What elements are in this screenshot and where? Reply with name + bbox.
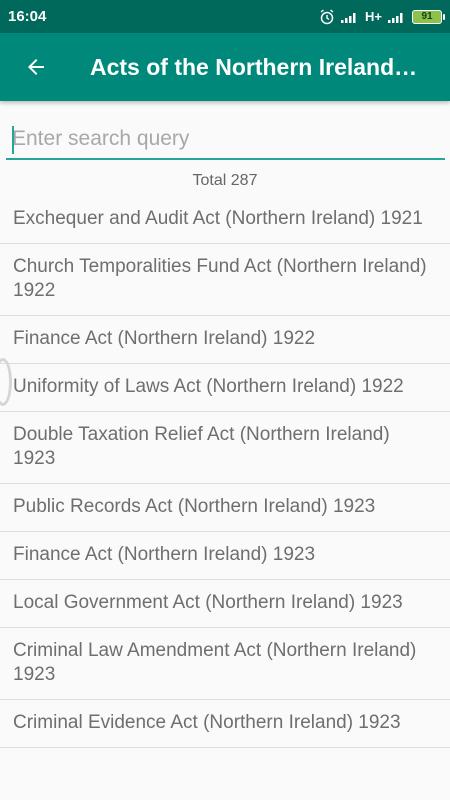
search-input[interactable] (6, 120, 445, 160)
acts-list: Exchequer and Audit Act (Northern Irelan… (0, 196, 450, 748)
list-item[interactable]: Finance Act (Northern Ireland) 1923 (0, 532, 450, 580)
alarm-icon (320, 8, 334, 24)
list-item[interactable]: Public Records Act (Northern Ireland) 19… (0, 484, 450, 532)
list-item[interactable]: Exchequer and Audit Act (Northern Irelan… (0, 196, 450, 244)
total-count: Total 287 (192, 172, 258, 189)
arrow-left-icon (28, 59, 44, 75)
status-time: 16:04 (8, 8, 47, 25)
list-item[interactable]: Double Taxation Relief Act (Northern Ire… (0, 412, 450, 484)
page-title: Acts of the Northern Ireland… (90, 53, 418, 80)
back-button[interactable] (0, 33, 72, 101)
signal-icon (341, 12, 356, 23)
network-type: H+ (365, 9, 382, 24)
list-item[interactable]: Local Government Act (Northern Ireland) … (0, 580, 450, 628)
app-bar: Acts of the Northern Ireland… (0, 33, 450, 101)
list-item[interactable]: Church Temporalities Fund Act (Northern … (0, 244, 450, 316)
list-item[interactable]: Uniformity of Laws Act (Northern Ireland… (0, 364, 450, 412)
list-item[interactable]: Criminal Evidence Act (Northern Ireland)… (0, 700, 450, 748)
list-item[interactable]: Criminal Law Amendment Act (Northern Ire… (0, 628, 450, 700)
status-bar: 16:04 H+ 91 (0, 0, 450, 33)
list-item[interactable]: Finance Act (Northern Ireland) 1922 (0, 316, 450, 364)
signal-icon (388, 12, 403, 23)
status-icons: H+ 91 (319, 8, 445, 25)
battery-icon: 91 (412, 9, 445, 24)
text-cursor (12, 126, 14, 154)
